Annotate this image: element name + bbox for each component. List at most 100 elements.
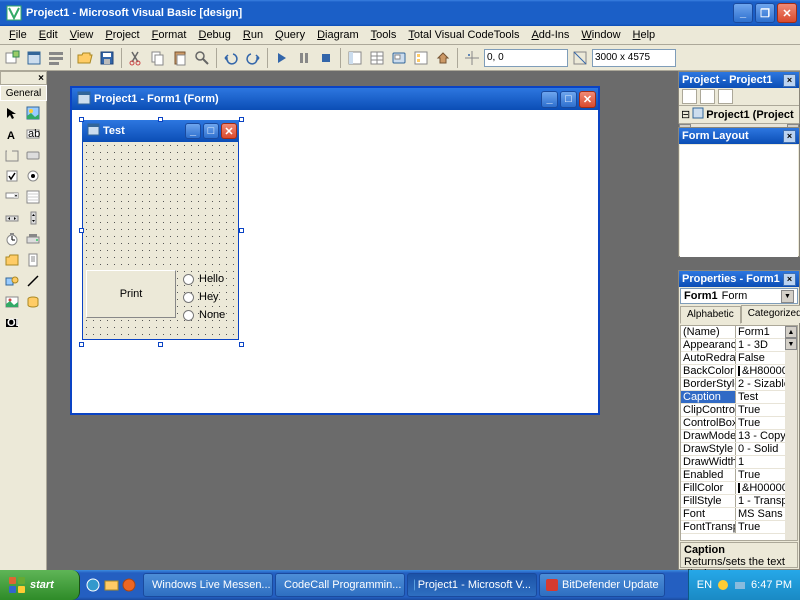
properties-window-button[interactable] — [367, 48, 387, 68]
prop-row[interactable]: DrawWidth1 — [681, 456, 797, 469]
layout-preview[interactable] — [680, 145, 798, 257]
image-tool[interactable] — [2, 292, 22, 312]
taskbar-task[interactable]: BitDefender Update — [539, 573, 665, 597]
picturebox-tool[interactable] — [23, 103, 43, 123]
restore-button[interactable]: ❐ — [755, 3, 775, 23]
break-button[interactable] — [294, 48, 314, 68]
taskbar-task[interactable]: Windows Live Messen... — [143, 573, 273, 597]
properties-object-selector[interactable]: Form1 Form▼ — [680, 288, 798, 304]
prop-row[interactable]: AutoRedrawFalse — [681, 352, 797, 365]
properties-titlebar[interactable]: Properties - Form1× — [679, 271, 799, 287]
prop-row[interactable]: FontTranspareTrue — [681, 521, 797, 534]
taskbar-task[interactable]: Project1 - Microsoft V... — [407, 573, 537, 597]
toolbox-button[interactable] — [433, 48, 453, 68]
textbox-tool[interactable]: ab| — [23, 124, 43, 144]
tab-alphabetic[interactable]: Alphabetic — [680, 306, 741, 324]
project-panel-titlebar[interactable]: Project - Project1× — [679, 72, 799, 88]
tab-categorized[interactable]: Categorized — [741, 305, 800, 323]
ql-firefox-icon[interactable] — [122, 578, 137, 593]
label-tool[interactable]: A — [2, 124, 22, 144]
drivelistbox-tool[interactable] — [23, 229, 43, 249]
menu-run[interactable]: Run — [237, 27, 269, 43]
language-indicator[interactable]: EN — [697, 579, 712, 591]
design-form[interactable]: Test _ □ ✕ Print HelloHeyNone — [82, 120, 239, 342]
clock[interactable]: 6:47 PM — [751, 579, 792, 591]
commandbutton-tool[interactable] — [23, 145, 43, 165]
mdi-minimize-button[interactable]: _ — [541, 91, 558, 108]
dropdown-icon[interactable]: ▼ — [781, 290, 794, 303]
tray-icon-1[interactable] — [717, 579, 729, 591]
view-code-button[interactable] — [682, 89, 697, 104]
menu-add-ins[interactable]: Add-Ins — [525, 27, 575, 43]
project-tree[interactable]: ⊟ Project1 (Project — [679, 106, 799, 123]
layout-panel-close-icon[interactable]: × — [783, 130, 796, 143]
object-browser-button[interactable] — [411, 48, 431, 68]
save-button[interactable] — [97, 48, 117, 68]
menu-window[interactable]: Window — [575, 27, 626, 43]
shape-tool[interactable] — [2, 271, 22, 291]
timer-tool[interactable] — [2, 229, 22, 249]
menubar[interactable]: FileEditViewProjectFormatDebugRunQueryDi… — [0, 26, 800, 45]
layout-panel-titlebar[interactable]: Form Layout× — [679, 128, 799, 144]
undo-button[interactable] — [221, 48, 241, 68]
tray-icon-2[interactable] — [734, 579, 746, 591]
listbox-tool[interactable] — [23, 187, 43, 207]
hscrollbar-tool[interactable] — [2, 208, 22, 228]
print-button[interactable]: Print — [86, 270, 176, 318]
menu-tools[interactable]: Tools — [365, 27, 403, 43]
open-button[interactable] — [75, 48, 95, 68]
project-panel-close-icon[interactable]: × — [783, 74, 796, 87]
paste-button[interactable] — [170, 48, 190, 68]
close-button[interactable]: ✕ — [777, 3, 797, 23]
start-button[interactable]: start — [0, 570, 80, 600]
copy-button[interactable] — [148, 48, 168, 68]
properties-grid[interactable]: (Name)Form1Appearance1 - 3DAutoRedrawFal… — [680, 325, 798, 541]
ql-ie-icon[interactable] — [86, 578, 101, 593]
mdi-maximize-button[interactable]: □ — [560, 91, 577, 108]
filelistbox-tool[interactable] — [23, 250, 43, 270]
design-form-body[interactable]: Print HelloHeyNone — [82, 142, 239, 340]
redo-button[interactable] — [243, 48, 263, 68]
prop-row[interactable]: FontMS Sans Serif — [681, 508, 797, 521]
prop-row[interactable]: ControlBoxTrue — [681, 417, 797, 430]
find-button[interactable] — [192, 48, 212, 68]
prop-row[interactable]: DrawMode13 - Copy Pen — [681, 430, 797, 443]
prop-row[interactable]: FillStyle1 - Transpare — [681, 495, 797, 508]
form-layout-button[interactable] — [389, 48, 409, 68]
menu-query[interactable]: Query — [269, 27, 311, 43]
checkbox-tool[interactable] — [2, 166, 22, 186]
mdi-close-button[interactable]: ✕ — [579, 91, 596, 108]
minimize-button[interactable]: _ — [733, 3, 753, 23]
toggle-folders-button[interactable] — [718, 89, 733, 104]
optionbutton-tool[interactable] — [23, 166, 43, 186]
add-form-button[interactable] — [24, 48, 44, 68]
menu-view[interactable]: View — [64, 27, 100, 43]
menu-format[interactable]: Format — [146, 27, 193, 43]
prop-row[interactable]: BorderStyle2 - Sizable — [681, 378, 797, 391]
toolbox-titlebar[interactable]: × — [0, 71, 47, 85]
prop-row[interactable]: Appearance1 - 3D — [681, 339, 797, 352]
pointer-tool[interactable] — [2, 103, 22, 123]
prop-row[interactable]: EnabledTrue — [681, 469, 797, 482]
ole-tool[interactable]: OLE — [2, 313, 22, 333]
radio-none[interactable]: None — [183, 306, 225, 324]
prop-row[interactable]: FillColor&H0000000 — [681, 482, 797, 495]
prop-row[interactable]: DrawStyle0 - Solid — [681, 443, 797, 456]
project-explorer-button[interactable] — [345, 48, 365, 68]
menu-project[interactable]: Project — [99, 27, 145, 43]
menu-file[interactable]: File — [3, 27, 33, 43]
menu-diagram[interactable]: Diagram — [311, 27, 365, 43]
radio-hey[interactable]: Hey — [183, 288, 225, 306]
frame-tool[interactable] — [2, 145, 22, 165]
tree-expand-icon[interactable]: ⊟ — [681, 108, 690, 121]
start-button[interactable] — [272, 48, 292, 68]
properties-vscroll[interactable]: ▲▼ — [785, 326, 797, 540]
radio-hello[interactable]: Hello — [183, 270, 225, 288]
prop-row[interactable]: ClipControlsTrue — [681, 404, 797, 417]
cut-button[interactable] — [126, 48, 146, 68]
project-node-label[interactable]: Project1 (Project — [706, 109, 793, 121]
end-button[interactable] — [316, 48, 336, 68]
prop-row[interactable]: (Name)Form1 — [681, 326, 797, 339]
toolbox-tab-general[interactable]: General — [0, 85, 47, 101]
menu-editor-button[interactable] — [46, 48, 66, 68]
